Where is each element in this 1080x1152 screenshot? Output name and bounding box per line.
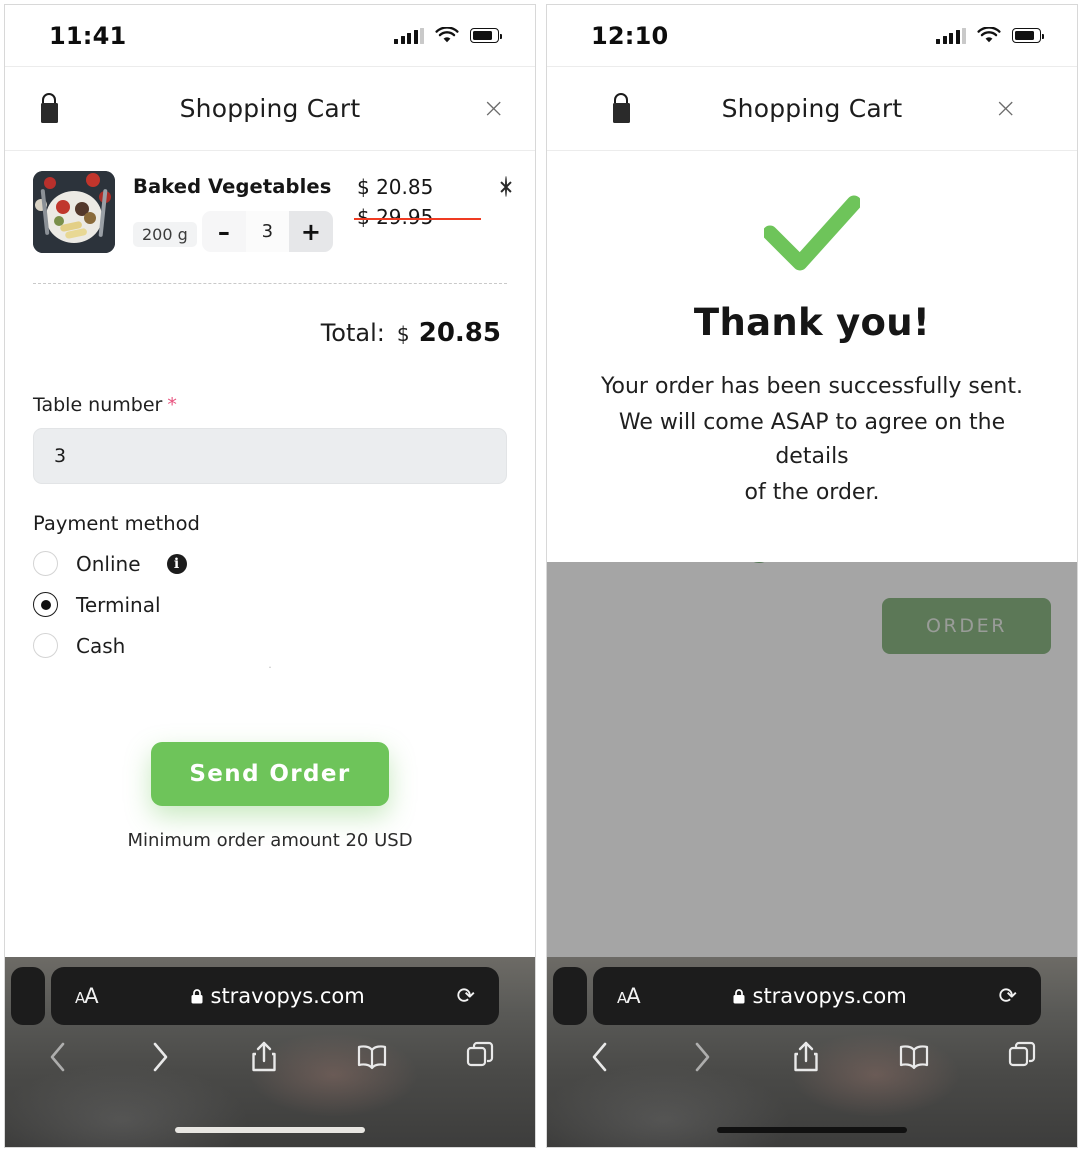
item-name: Baked Vegetables [133,175,332,198]
total-label: Total: [320,319,385,347]
scroll-dot: . [268,658,272,671]
table-number-input[interactable]: 3 [33,428,507,484]
status-indicators [394,27,502,44]
radio-cash[interactable] [33,633,58,658]
cart-line-item: Baked Vegetables 200 g – 3 + $ 20.85 $ 2… [33,171,507,253]
lock-icon [191,988,202,1003]
status-bar: 11:41 [5,5,535,67]
thank-you-heading: Thank you! [693,301,931,344]
url-text: stravopys.com [752,984,907,1008]
shopping-bag-icon [607,92,637,125]
thank-you-modal: Shopping Cart × Thank you! Your order ha… [547,67,1077,563]
status-time: 12:10 [591,21,669,50]
home-indicator [175,1127,365,1133]
home-indicator [717,1127,907,1133]
wifi-icon [435,27,459,43]
status-time: 11:41 [49,21,127,50]
cellular-signal-icon [936,27,966,44]
cart-header: Shopping Cart × [547,67,1077,151]
payment-option-label: Cash [76,633,126,658]
left-phone-screenshot: 11:41 Shopping Cart × Baked Vegetables 2… [4,4,536,1148]
item-price-old: $ 29.95 [354,205,481,229]
required-asterisk: * [167,394,177,416]
back-chevron-icon[interactable] [587,1039,613,1079]
tabs-icon[interactable] [1007,1039,1037,1079]
battery-icon [1012,28,1044,43]
bookmarks-icon[interactable] [355,1039,389,1079]
send-order-button[interactable]: Send Order [151,742,389,806]
close-icon[interactable]: × [994,95,1017,122]
payment-option-online[interactable]: Online i [33,551,507,576]
table-number-label: Table number * [33,394,177,416]
adjacent-tab-stub[interactable] [553,967,587,1025]
item-thumbnail [33,171,115,253]
cart-total: Total: $ 20.85 [33,284,507,348]
back-chevron-icon[interactable] [45,1039,71,1079]
safari-toolbar: AA stravopys.com ⟳ [547,957,1077,1147]
status-bar: 12:10 [547,5,1077,67]
safari-tools [5,1039,535,1079]
safari-toolbar: AA stravopys.com ⟳ [5,957,535,1147]
quantity-stepper[interactable]: – 3 + [201,211,333,252]
close-icon[interactable]: × [482,95,505,122]
payment-option-terminal[interactable]: Terminal [33,592,507,617]
lock-icon [733,988,744,1003]
remove-item-button[interactable] [505,171,507,197]
decrease-quantity-button[interactable]: – [202,211,246,252]
text-size-button[interactable]: AA [617,984,641,1008]
safari-tools [547,1039,1077,1079]
thank-you-line-1: Your order has been successfully sent. [600,374,1023,399]
thank-you-line-3: of the order. [744,480,880,506]
wifi-icon [977,27,1001,43]
bookmarks-icon[interactable] [897,1039,931,1079]
total-currency: $ [396,322,410,346]
share-icon[interactable] [249,1039,279,1079]
increase-quantity-button[interactable]: + [288,211,333,252]
forward-chevron-icon[interactable] [689,1039,715,1079]
tabs-icon[interactable] [465,1039,495,1079]
screenshot-stage: 11:41 Shopping Cart × Baked Vegetables 2… [0,0,1080,1152]
url-display[interactable]: stravopys.com [732,984,907,1008]
cellular-signal-icon [394,27,424,44]
battery-icon [470,28,502,43]
item-pricing: $ 20.85 $ 29.95 [354,171,481,229]
forward-chevron-icon[interactable] [147,1039,173,1079]
payment-option-label: Online [76,551,141,576]
send-order-area: Send Order [33,668,507,806]
url-text: stravopys.com [210,984,365,1008]
reload-icon[interactable]: ⟳ [457,984,475,1009]
minimum-order-note: Minimum order amount 20 USD [127,830,413,851]
checkout-form: Table number * 3 Payment method Online i… [5,348,535,851]
thank-you-line-2: We will come ASAP to agree on the detail… [618,410,1006,470]
total-value: 20.85 [418,318,501,348]
status-indicators [936,27,1044,44]
item-weight: 200 g [133,221,197,247]
remove-circle-icon[interactable] [505,176,507,197]
payment-method-label: Payment method [33,512,200,535]
share-icon[interactable] [791,1039,821,1079]
text-size-button[interactable]: AA [75,984,99,1008]
green-check-icon [762,195,862,271]
quantity-value: 3 [245,211,289,252]
adjacent-tab-stub[interactable] [11,967,45,1025]
url-display[interactable]: stravopys.com [190,984,365,1008]
right-phone-screenshot: 12:10 Shopping Cart × Thank you! Your or… [546,4,1078,1148]
reload-icon[interactable]: ⟳ [999,984,1017,1009]
cart-body: Baked Vegetables 200 g – 3 + $ 20.85 $ 2… [5,151,535,348]
address-bar[interactable]: AA stravopys.com ⟳ [593,967,1041,1025]
radio-terminal[interactable] [33,592,58,617]
info-icon[interactable]: i [166,553,187,574]
address-bar[interactable]: AA stravopys.com ⟳ [51,967,499,1025]
payment-option-label: Terminal [76,592,161,617]
radio-online[interactable] [33,551,58,576]
item-price-current: $ 20.85 [357,175,434,199]
payment-option-cash[interactable]: Cash [33,633,507,658]
page-title: Shopping Cart [179,94,361,123]
item-details: Baked Vegetables 200 g – 3 + [133,171,339,252]
cart-header: Shopping Cart × [5,67,535,151]
shopping-bag-icon [35,92,65,125]
